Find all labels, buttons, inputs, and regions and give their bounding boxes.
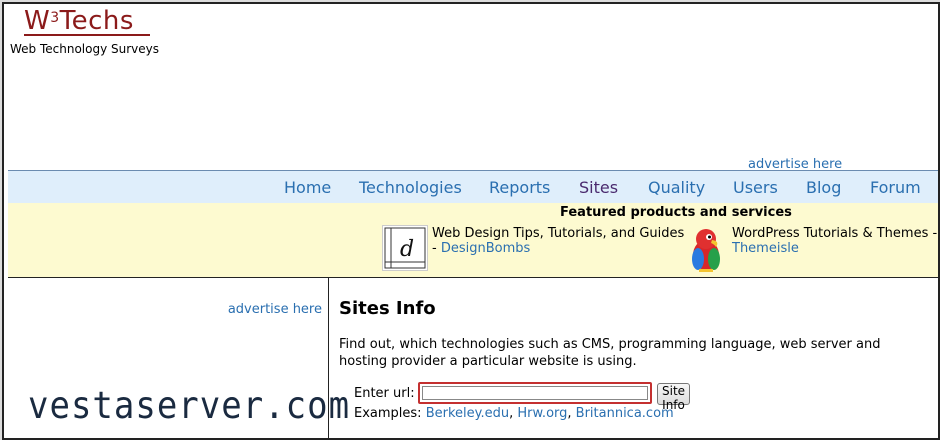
page-title: Sites Info <box>339 298 436 319</box>
tagline: Web Technology Surveys <box>10 42 160 56</box>
main-nav: Home Technologies Reports Sites Quality … <box>8 170 938 204</box>
nav-blog[interactable]: Blog <box>806 178 841 197</box>
example-link-berkeley[interactable]: Berkeley.edu <box>426 406 509 421</box>
site-info-button[interactable]: Site Info <box>657 383 691 412</box>
nav-forum[interactable]: Forum <box>870 178 921 197</box>
designbombs-link[interactable]: DesignBombs <box>441 241 530 256</box>
themeisle-link[interactable]: Themeisle <box>732 241 799 256</box>
parrot-icon[interactable] <box>684 225 728 273</box>
examples-label: Examples: <box>354 406 422 421</box>
w3techs-logo[interactable]: W3Techs <box>24 6 150 36</box>
url-label: Enter url: <box>354 386 415 401</box>
example-link-britannica[interactable]: Britannica.com <box>576 406 674 421</box>
main-content: Sites Info Find out, which technologies … <box>339 278 929 438</box>
promo-themeisle: WordPress Tutorials & Themes - Themeisle <box>732 226 938 256</box>
left-column: advertise here vestaserver.com <box>8 278 349 438</box>
promo-designbombs: Web Design Tips, Tutorials, and Guides -… <box>432 226 685 256</box>
featured-bar: Featured products and services d Web Des… <box>8 203 938 278</box>
browser-frame: W3Techs Web Technology Surveys advertise… <box>2 2 940 440</box>
nav-sites[interactable]: Sites <box>579 178 618 197</box>
svg-text:d: d <box>400 237 414 262</box>
nav-home[interactable]: Home <box>284 178 331 197</box>
watermark-text: vestaserver.com <box>28 384 351 428</box>
nav-quality[interactable]: Quality <box>648 178 705 197</box>
url-input-highlight <box>418 382 652 404</box>
page-description: Find out, which technologies such as CMS… <box>339 337 881 369</box>
designbombs-logo-icon[interactable]: d <box>382 225 428 271</box>
example-link-hrw[interactable]: Hrw.org <box>517 406 567 421</box>
advertise-link-left[interactable]: advertise here <box>228 302 322 317</box>
url-input[interactable] <box>422 386 648 400</box>
featured-title: Featured products and services <box>560 205 792 220</box>
nav-technologies[interactable]: Technologies <box>359 178 462 197</box>
nav-reports[interactable]: Reports <box>489 178 550 197</box>
nav-users[interactable]: Users <box>733 178 778 197</box>
examples-row: Examples: Berkeley.edu, Hrw.org, Britann… <box>354 406 674 421</box>
